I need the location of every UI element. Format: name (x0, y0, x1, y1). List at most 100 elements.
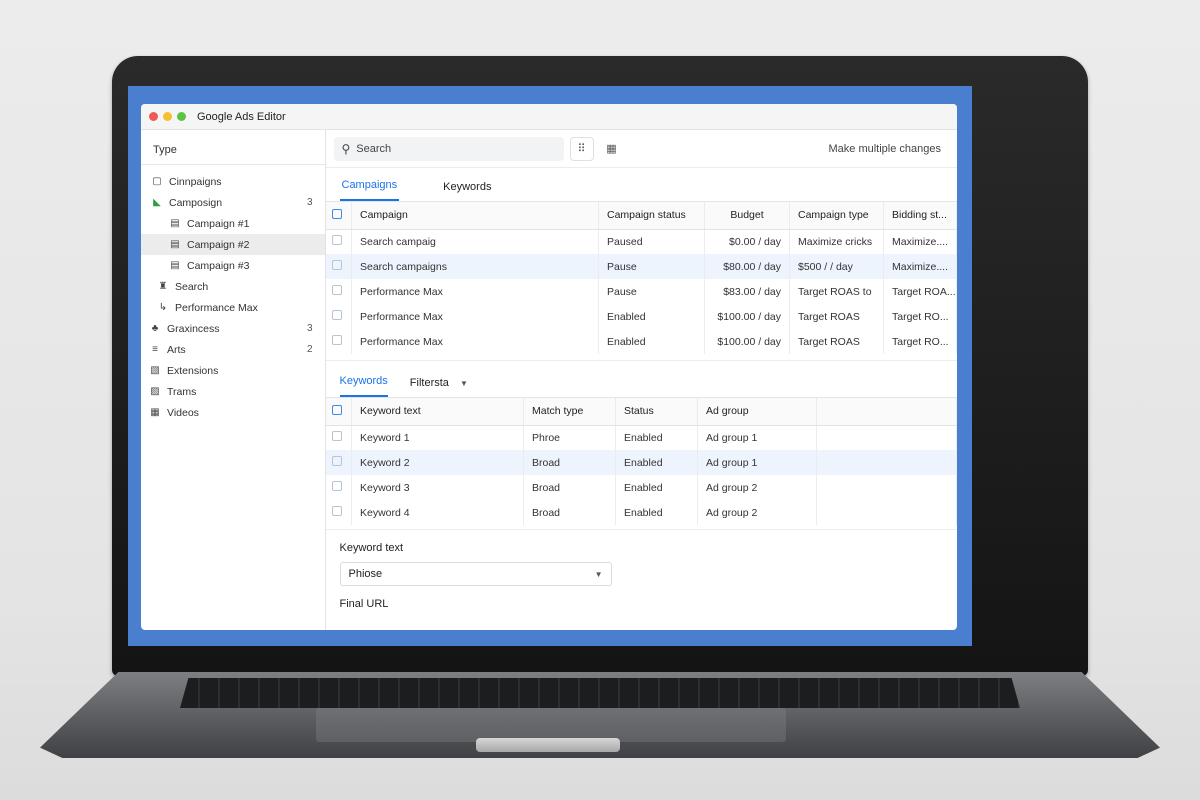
table-row[interactable]: Keyword 2 Broad Enabled Ad group 1 (325, 450, 957, 475)
table-row[interactable]: Keyword 4 Broad Enabled Ad group 2 (325, 500, 957, 525)
table-cell[interactable]: Enabled (615, 425, 698, 450)
table-cell[interactable]: Phroe (523, 425, 616, 450)
column-header[interactable]: Match type (523, 398, 616, 426)
subtab-keywords[interactable]: Keywords (339, 375, 388, 397)
row-checkbox[interactable] (331, 431, 342, 442)
table-cell[interactable]: Enabled (615, 500, 698, 525)
sidebar-item[interactable]: ▤ Campaign #2 (141, 234, 325, 255)
table-cell[interactable]: Target ROAS (789, 329, 884, 354)
row-checkbox[interactable] (331, 506, 342, 516)
table-row[interactable]: Search campaigns Pause $80.00 / day $500 / … (325, 254, 957, 279)
table-cell[interactable]: $100.00 / day (704, 304, 790, 329)
table-cell[interactable]: $100.00 / day (704, 329, 790, 354)
select-all-checkbox[interactable] (331, 208, 342, 219)
minimize-window-button[interactable] (163, 112, 172, 121)
row-checkbox[interactable] (331, 260, 342, 270)
sidebar-item[interactable]: ♣ Graxincess 3 (141, 318, 325, 339)
table-row[interactable]: Keyword 3 Broad Enabled Ad group 2 (325, 475, 957, 500)
column-header[interactable]: Campaign (351, 202, 599, 230)
table-cell[interactable]: $500 / / day (789, 254, 884, 279)
table-cell[interactable]: Keyword 1 (351, 425, 524, 450)
row-checkbox[interactable] (331, 285, 342, 295)
table-row[interactable]: Search campaig Paused $0.00 / day Maximize … (325, 229, 957, 254)
table-cell[interactable]: Enabled (615, 475, 698, 500)
column-header[interactable]: Bidding st... (883, 202, 957, 230)
table-cell[interactable]: $80.00 / day (704, 254, 790, 279)
tab-campaigns[interactable]: Campaigns (339, 179, 400, 201)
table-cell[interactable]: Ad group 1 (697, 450, 817, 475)
tab-keywords[interactable]: Keywords (441, 181, 493, 201)
select-all-keywords-checkbox[interactable] (331, 404, 342, 415)
zoom-window-button[interactable] (177, 112, 186, 121)
table-cell[interactable]: Enabled (598, 304, 705, 329)
table-cell[interactable]: Target ROAS (789, 304, 884, 329)
sidebar-item[interactable]: ▧ Extensions (141, 360, 325, 381)
grid-view-button[interactable]: ⠿ (569, 136, 594, 161)
row-checkbox-cell (325, 500, 352, 525)
table-cell[interactable]: Enabled (598, 329, 705, 354)
table-cell[interactable]: Ad group 2 (697, 500, 817, 525)
row-checkbox[interactable] (331, 481, 342, 491)
close-window-button[interactable] (149, 112, 158, 121)
row-checkbox-cell (325, 279, 352, 304)
table-cell[interactable]: Maximize cricks (789, 229, 884, 254)
table-cell[interactable]: Performance Max (351, 279, 599, 304)
column-header[interactable]: Keyword text (351, 398, 524, 426)
table-row[interactable]: Performance Max Enabled $100.00 / day Targe… (325, 329, 957, 354)
table-cell[interactable]: Performance Max (351, 304, 599, 329)
row-checkbox[interactable] (331, 310, 342, 320)
table-cell[interactable]: Maximize.... (883, 229, 957, 254)
table-cell[interactable]: Search campaig (351, 229, 599, 254)
table-row[interactable]: Keyword 1 Phroe Enabled Ad group 1 (325, 425, 957, 450)
table-cell[interactable]: $0.00 / day (704, 229, 790, 254)
title-bar: Google Ads Editor (141, 104, 957, 130)
row-checkbox[interactable] (331, 235, 342, 246)
table-cell[interactable]: Pause (598, 279, 705, 304)
row-checkbox[interactable] (331, 335, 342, 345)
row-checkbox[interactable] (331, 456, 342, 466)
subtab-filters[interactable]: Filtersta ▼ (410, 377, 468, 397)
table-cell[interactable]: Enabled (615, 450, 698, 475)
match-type-select[interactable]: Phiose ▼ (339, 562, 612, 586)
table-row[interactable]: Performance Max Enabled $100.00 / day Targe… (325, 304, 957, 329)
sidebar-item[interactable]: ↳ Performance Max (141, 297, 325, 318)
column-header[interactable]: Status (615, 398, 698, 426)
table-cell[interactable]: Target RO... (883, 304, 957, 329)
search-input[interactable]: ⚲ Search (333, 136, 564, 161)
table-cell[interactable]: Target ROAS to (789, 279, 884, 304)
table-cell[interactable]: Keyword 4 (351, 500, 524, 525)
sidebar-item[interactable]: ◣ Camposign 3 (141, 192, 325, 213)
sidebar-item[interactable]: ♜ Search (141, 276, 325, 297)
sidebar-item[interactable]: ▤ Campaign #1 (141, 213, 325, 234)
table-cell[interactable]: Broad (523, 475, 616, 500)
table-cell[interactable]: $83.00 / day (704, 279, 790, 304)
sidebar-item[interactable]: ▨ Trams (141, 381, 325, 402)
table-row[interactable]: Performance Max Pause $83.00 / day Target R… (325, 279, 957, 304)
column-header[interactable]: Campaign status (598, 202, 705, 230)
table-cell[interactable]: Paused (598, 229, 705, 254)
table-cell[interactable]: Target RO... (883, 329, 957, 354)
table-cell[interactable]: Pause (598, 254, 705, 279)
sidebar-item[interactable]: ▤ Campaign #3 (141, 255, 325, 276)
table-cell[interactable]: Broad (523, 450, 616, 475)
table-cell[interactable]: Maximize.... (883, 254, 957, 279)
table-cell[interactable]: Target ROA... (883, 279, 957, 304)
table-cell[interactable]: Search campaigns (351, 254, 599, 279)
table-cell[interactable]: Ad group 2 (697, 475, 817, 500)
table-cell[interactable]: Performance Max (351, 329, 599, 354)
make-multiple-changes-button[interactable]: Make multiple changes (828, 143, 949, 155)
column-header[interactable]: Budget (704, 202, 790, 230)
edit-form: Keyword text Phiose ▼ Final URL (325, 529, 957, 630)
sidebar-item[interactable]: ▢ Cinnpaigns (141, 171, 325, 192)
sidebar-item[interactable]: ▦ Videos (141, 402, 325, 423)
table-cell[interactable]: Ad group 1 (697, 425, 817, 450)
table-cell[interactable]: Keyword 3 (351, 475, 524, 500)
table-cell[interactable]: Broad (523, 500, 616, 525)
table-cell[interactable]: Keyword 2 (351, 450, 524, 475)
sidebar-item[interactable]: ≡ Arts 2 (141, 339, 325, 360)
column-header[interactable]: Campaign type (789, 202, 884, 230)
chevron-down-icon: ▼ (459, 379, 468, 388)
column-header[interactable]: Ad group (697, 398, 817, 426)
sub-tabs: Keywords Filtersta ▼ (325, 360, 957, 398)
list-view-button[interactable]: ▦ (600, 137, 624, 161)
